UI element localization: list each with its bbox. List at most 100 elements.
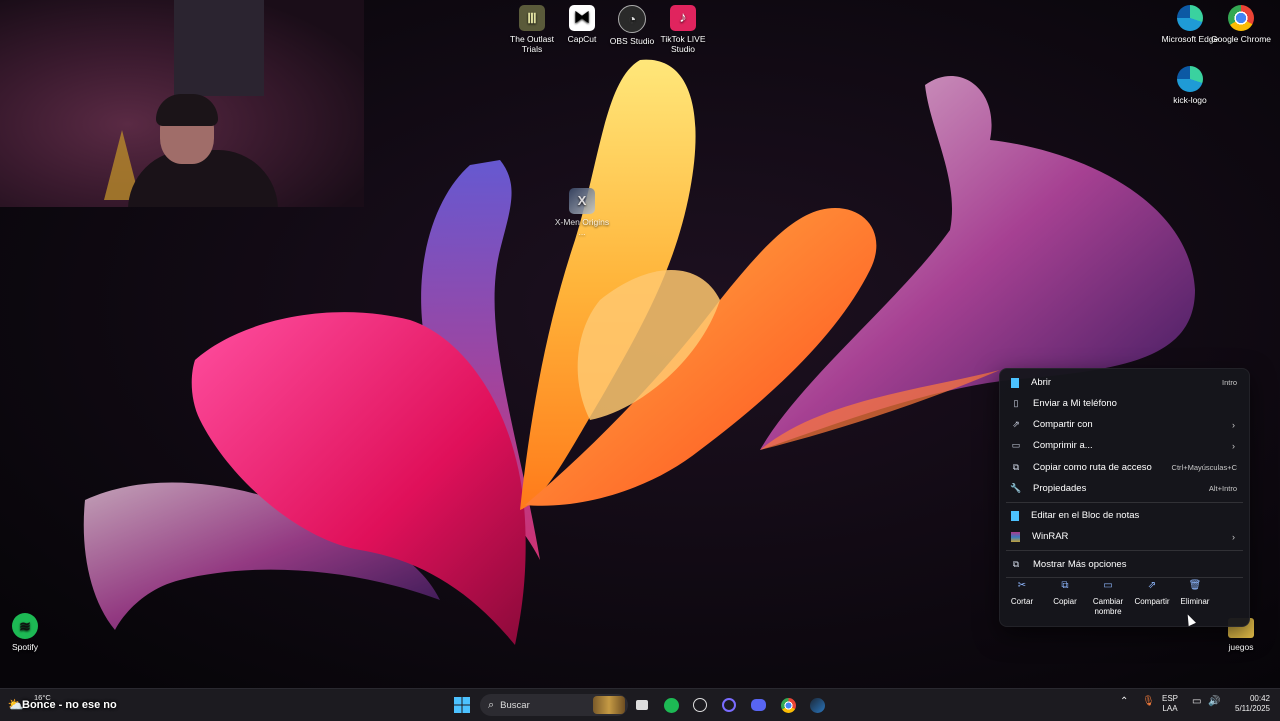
- capcut-icon: ⧓: [569, 5, 595, 31]
- obs-icon: ◔: [618, 5, 646, 33]
- more-options-icon: ⧉: [1012, 559, 1020, 569]
- outlast-icon: Ⅲ: [519, 5, 545, 31]
- menu-item-mas-opciones[interactable]: ⧉ Mostrar Más opciones: [1006, 554, 1243, 575]
- network-icon[interactable]: ▭: [1192, 697, 1201, 707]
- search-icon: ⌕: [488, 698, 495, 711]
- menu-separator: [1006, 502, 1243, 503]
- menu-item-shortcut: Ctrl+Mayúsculas+C: [1171, 463, 1237, 472]
- share-icon: ⇗: [1147, 580, 1157, 591]
- desktop-icon-label: Google Chrome: [1211, 34, 1272, 44]
- steam-icon: [809, 697, 825, 713]
- copy-icon: ⧉: [1061, 580, 1069, 591]
- volume-icon[interactable]: 🔊: [1208, 697, 1220, 707]
- rename-icon: ▭: [1103, 580, 1113, 591]
- clock-date: 5/11/2025: [1235, 704, 1270, 713]
- tiktok-icon: ♪: [670, 5, 696, 31]
- edge-icon: [1177, 5, 1203, 31]
- menu-item-label: WinRAR: [1032, 531, 1069, 542]
- task-view-button[interactable]: [632, 695, 652, 715]
- archive-icon: ▭: [1011, 440, 1021, 450]
- menu-item-label: Editar en el Bloc de notas: [1031, 510, 1140, 521]
- menu-item-label: Enviar a Mi teléfono: [1033, 398, 1117, 409]
- menu-item-abrir[interactable]: Abrir Intro: [1006, 372, 1243, 393]
- search-placeholder: Buscar: [500, 699, 530, 711]
- menu-item-editar-bloc-notas[interactable]: Editar en el Bloc de notas: [1006, 505, 1243, 526]
- action-label: Cortar: [1010, 597, 1034, 606]
- start-button[interactable]: [452, 695, 472, 715]
- action-label: Copiar: [1053, 597, 1077, 606]
- scissors-icon: ✂: [1017, 580, 1027, 591]
- chevron-right-icon: ›: [1232, 531, 1235, 542]
- menu-item-shortcut: Alt+Intro: [1208, 484, 1237, 493]
- menu-item-label: Comprimir a...: [1033, 440, 1093, 451]
- obs-icon: [693, 698, 707, 712]
- desktop-icon-label: kick-logo: [1173, 95, 1207, 105]
- tray-overflow-chevron[interactable]: ⌃: [1120, 697, 1128, 707]
- taskbar: ⛅ ⌕ Buscar ⌃ 🎙 ESP LAA ▭ 🔊 00:42 5/11/20…: [0, 688, 1280, 721]
- desktop-icon-label: juegos: [1228, 642, 1254, 652]
- menu-item-comprimir[interactable]: ▭ Comprimir a... ›: [1006, 435, 1243, 456]
- phone-icon: ▯: [1013, 398, 1019, 408]
- action-compartir[interactable]: ⇗ Compartir: [1132, 581, 1172, 607]
- action-eliminar[interactable]: 🗑 Eliminar: [1175, 581, 1215, 607]
- menu-item-copiar-ruta[interactable]: ⧉ Copiar como ruta de acceso Ctrl+Mayúsc…: [1006, 457, 1243, 478]
- lang-top: ESP: [1162, 694, 1179, 703]
- app-circle-icon: [722, 698, 736, 712]
- stream-overlay-text: Bonce - no ese no: [22, 699, 117, 711]
- spotify-icon: [663, 697, 679, 713]
- desktop-icon-kick-logo[interactable]: kick-logo: [1160, 66, 1220, 105]
- path-icon: ⧉: [1012, 462, 1020, 472]
- context-menu: Abrir Intro ▯ Enviar a Mi teléfono ⇗ Com…: [999, 368, 1250, 627]
- menu-item-propiedades[interactable]: 🔧 Propiedades Alt+Intro: [1006, 478, 1243, 499]
- share-icon: ⇗: [1012, 419, 1020, 429]
- chrome-icon: [780, 697, 796, 713]
- action-cambiar-nombre[interactable]: ▭ Cambiar nombre: [1088, 581, 1128, 617]
- action-copiar[interactable]: ⧉ Copiar: [1045, 581, 1085, 607]
- clock[interactable]: 00:42 5/11/2025: [1228, 694, 1270, 714]
- taskbar-obs[interactable]: [690, 695, 710, 715]
- menu-item-label: Copiar como ruta de acceso: [1033, 462, 1152, 473]
- menu-item-enviar-telefono[interactable]: ▯ Enviar a Mi teléfono: [1006, 393, 1243, 414]
- desktop-icon-label: TikTok LIVE Studio: [660, 34, 706, 54]
- menu-item-label: Abrir: [1031, 377, 1052, 388]
- desktop-icon-xmen-origins[interactable]: X X-Men Origins ...: [552, 188, 612, 237]
- desktop-icon-spotify[interactable]: ≋ Spotify: [0, 613, 55, 652]
- taskbar-app-purple[interactable]: [719, 695, 739, 715]
- lang-bottom: LAA: [1162, 704, 1178, 713]
- taskbar-spotify[interactable]: [661, 695, 681, 715]
- context-menu-action-bar: ✂ Cortar ⧉ Copiar ▭ Cambiar nombre ⇗ Com…: [1000, 581, 1249, 623]
- taskbar-steam[interactable]: [807, 695, 827, 715]
- menu-item-label: Propiedades: [1033, 483, 1087, 494]
- menu-item-label: Mostrar Más opciones: [1033, 559, 1127, 570]
- desktop-icon-label: Spotify: [12, 642, 38, 652]
- wrench-icon: 🔧: [1010, 483, 1022, 493]
- kick-logo-icon: [1177, 66, 1203, 92]
- clock-time: 00:42: [1249, 694, 1270, 703]
- taskbar-search[interactable]: ⌕ Buscar: [480, 694, 628, 716]
- search-highlight-art: [593, 696, 625, 714]
- language-indicator[interactable]: ESP LAA: [1162, 694, 1178, 714]
- trash-icon: 🗑: [1188, 580, 1202, 591]
- menu-separator: [1006, 577, 1243, 578]
- menu-separator: [1006, 550, 1243, 551]
- winrar-icon: [1011, 531, 1020, 542]
- menu-item-label: Compartir con: [1033, 419, 1093, 430]
- menu-item-compartir-con[interactable]: ⇗ Compartir con ›: [1006, 414, 1243, 435]
- windows-icon: [454, 697, 470, 713]
- action-label: Eliminar: [1180, 597, 1210, 606]
- microphone-icon[interactable]: 🎙: [1142, 697, 1155, 707]
- spotify-icon: ≋: [12, 613, 38, 639]
- action-label: Compartir: [1134, 597, 1170, 606]
- desktop-icon-google-chrome[interactable]: Google Chrome: [1211, 5, 1271, 44]
- menu-item-winrar[interactable]: WinRAR ›: [1006, 526, 1243, 547]
- task-view-icon: [636, 700, 648, 710]
- taskbar-chrome[interactable]: [778, 695, 798, 715]
- chevron-right-icon: ›: [1232, 419, 1235, 430]
- chrome-icon: [1228, 5, 1254, 31]
- desktop-icon-tiktok-live-studio[interactable]: ♪ TikTok LIVE Studio: [653, 5, 713, 54]
- taskbar-discord[interactable]: [748, 695, 768, 715]
- action-label: Cambiar nombre: [1092, 597, 1124, 616]
- action-cortar[interactable]: ✂ Cortar: [1002, 581, 1042, 607]
- menu-item-shortcut: Intro: [1221, 378, 1237, 387]
- discord-icon: [750, 699, 766, 711]
